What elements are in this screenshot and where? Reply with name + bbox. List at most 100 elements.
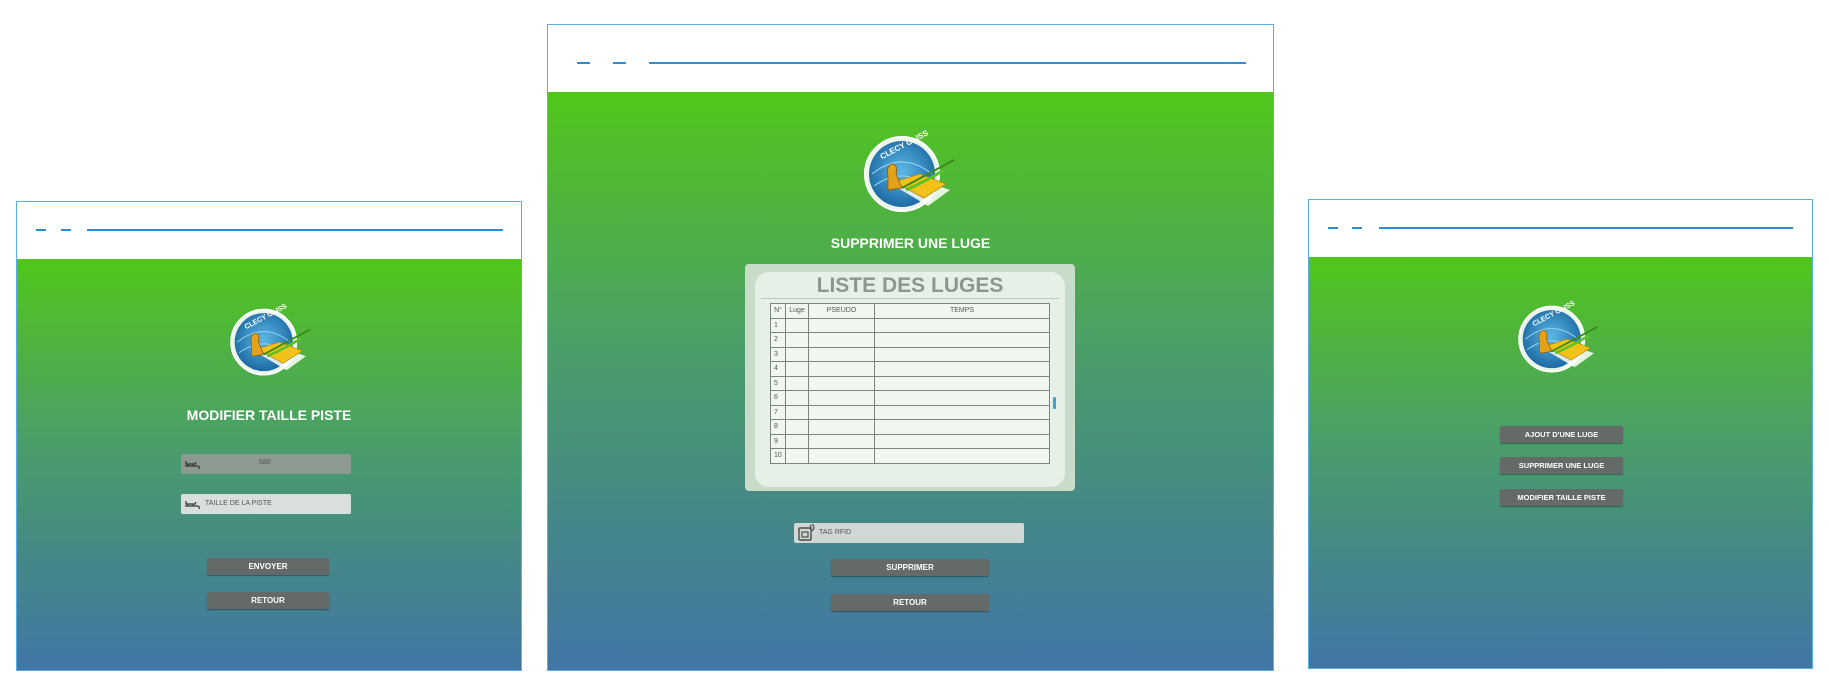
cell-pseudo [808,419,875,435]
cell-num: 2 [770,332,786,348]
sled-icon [185,501,200,510]
cell-temps [874,361,1050,377]
track-length-display: 680 [181,454,351,474]
header-dash [61,229,71,231]
luge-list-title-divider [761,298,1059,299]
cell-pseudo [808,404,875,420]
cell-pseudo [808,390,875,406]
cell-temps [874,375,1050,391]
cell-pseudo [808,375,875,391]
cell-num: 10 [770,448,786,464]
clecy-gliss-logo-graphic: CLECY GLISS [230,303,310,376]
menu-add-luge-button[interactable]: AJOUT D'UNE LUGE [1500,426,1623,443]
cell-temps [874,390,1050,406]
table-row[interactable]: 5 [770,375,1050,391]
header-temps: TEMPS [874,303,1050,319]
cell-luge [785,404,809,420]
track-length-value: 680 [259,459,271,466]
cell-num: 6 [770,390,786,406]
track-length-placeholder: TAILLE DE LA PISTE [205,500,272,507]
cell-pseudo [808,433,875,449]
rfid-tag-icon [798,524,815,541]
clecy-gliss-logo-graphic: CLECY GLISS [1518,300,1598,373]
right-screen: CLECY GLISS AJOUT D'UNE LUGE SUPPRIMER U… [1309,257,1812,668]
cell-num: 8 [770,419,786,435]
back-button[interactable]: RETOUR [207,592,329,609]
cell-luge [785,317,809,333]
cell-luge [785,346,809,362]
back-button[interactable]: RETOUR [831,594,989,611]
header-dash [1328,227,1338,229]
table-row[interactable]: 2 [770,332,1050,348]
cell-luge [785,332,809,348]
center-frame-header [548,25,1273,92]
page-title: SUPPRIMER UNE LUGE [830,235,991,251]
right-device-frame: CLECY GLISS AJOUT D'UNE LUGE SUPPRIMER U… [1308,199,1813,669]
table-row[interactable]: 3 [770,346,1050,362]
header-line [649,62,1246,64]
delete-button[interactable]: SUPPRIMER [831,559,989,576]
table-row[interactable]: 10 [770,448,1050,464]
table-row[interactable]: 7 [770,404,1050,420]
cell-temps [874,433,1050,449]
cell-luge [785,390,809,406]
header-luge: Luge [785,303,809,319]
left-screen: CLECY GLISS MODIFIER TAILLE PISTE 680 TA… [17,259,521,670]
rfid-tag-input[interactable]: TAG RFID [794,523,1024,543]
rfid-placeholder: TAG RFID [819,529,852,536]
header-line [87,229,503,231]
cell-luge [785,419,809,435]
header-dash [36,229,46,231]
cell-pseudo [808,448,875,464]
clecy-gliss-logo: CLECY GLISS [225,299,313,387]
center-screen: CLECY GLISS SUPPRIMER UNE LUGE LISTE DES… [548,92,1273,670]
cell-pseudo [808,317,875,333]
send-button[interactable]: ENVOYER [207,558,329,575]
luge-list-panel: LISTE DES LUGES N° Luge PSEUDO TEMPS 123… [745,264,1075,491]
clecy-gliss-logo: CLECY GLISS [858,128,958,220]
cell-num: 1 [770,317,786,333]
cell-pseudo [808,361,875,377]
cell-temps [874,448,1050,464]
cell-temps [874,317,1050,333]
cell-temps [874,419,1050,435]
luge-list-title: LISTE DES LUGES [816,274,1004,297]
header-dash [577,62,590,64]
clecy-gliss-logo-graphic: CLECY GLISS [864,128,955,212]
menu-edit-track-button[interactable]: MODIFIER TAILLE PISTE [1500,489,1623,506]
table-row[interactable]: 6 [770,390,1050,406]
sled-icon [185,461,200,470]
cell-luge [785,361,809,377]
cell-num: 5 [770,375,786,391]
table-row[interactable]: 9 [770,433,1050,449]
table-row[interactable]: 4 [770,361,1050,377]
cell-pseudo [808,346,875,362]
left-device-frame: CLECY GLISS MODIFIER TAILLE PISTE 680 TA… [16,201,522,671]
track-length-input[interactable]: TAILLE DE LA PISTE [181,494,351,514]
left-frame-header [17,202,521,259]
header-dash [613,62,626,64]
cell-temps [874,332,1050,348]
table-row[interactable]: 1 [770,317,1050,333]
cell-temps [874,404,1050,420]
cell-temps [874,346,1050,362]
luge-list-inner: LISTE DES LUGES N° Luge PSEUDO TEMPS 123… [755,272,1065,487]
cell-luge [785,375,809,391]
clecy-gliss-logo: CLECY GLISS [1513,297,1601,383]
table-scrollbar[interactable] [1053,397,1056,409]
header-num: N° [770,303,786,319]
cell-pseudo [808,332,875,348]
table-header-row: N° Luge PSEUDO TEMPS [770,303,1050,319]
center-device-frame: CLECY GLISS SUPPRIMER UNE LUGE LISTE DES… [547,24,1274,671]
menu-delete-luge-button[interactable]: SUPPRIMER UNE LUGE [1500,457,1623,474]
cell-num: 9 [770,433,786,449]
header-dash [1352,227,1362,229]
cell-num: 7 [770,404,786,420]
cell-luge [785,448,809,464]
right-frame-header [1309,200,1812,257]
header-line [1379,227,1793,229]
table-row[interactable]: 8 [770,419,1050,435]
cell-luge [785,433,809,449]
cell-num: 4 [770,361,786,377]
cell-num: 3 [770,346,786,362]
